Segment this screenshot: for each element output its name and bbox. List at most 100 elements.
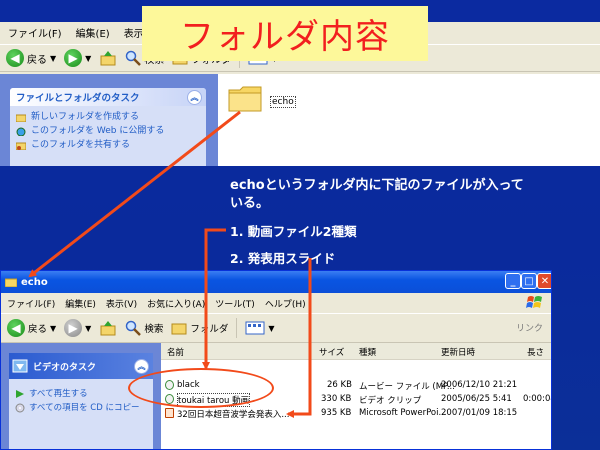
highlight-oval xyxy=(128,368,274,408)
forward-arrow-icon: ▶ xyxy=(64,319,83,337)
powerpoint-file-icon xyxy=(165,408,174,418)
task-label: このフォルダを Web に公開する xyxy=(31,126,165,136)
file-name: 32回日本超音波学会発表入... xyxy=(177,410,290,420)
task-publish-web[interactable]: このフォルダを Web に公開する xyxy=(16,124,164,138)
cd-icon xyxy=(15,403,25,413)
column-type[interactable]: 種類 xyxy=(359,346,376,358)
task-play-all[interactable]: すべて再生する xyxy=(15,387,139,401)
back-label: 戻る xyxy=(28,324,48,335)
description-text: echoというフォルダ内に下記のファイルが入って いる。 xyxy=(230,177,550,213)
windows-logo-icon xyxy=(526,296,542,308)
forward-button[interactable]: ▶ ▼ xyxy=(64,47,91,69)
video-task-icon xyxy=(12,359,28,373)
bottom-menubar: ファイル(F) 編集(E) 表示(V) お気に入り(A) ツール(T) ヘルプ(… xyxy=(1,294,551,312)
search-label: 検索 xyxy=(144,324,164,335)
folder-task-header[interactable]: ファイルとフォルダのタスク ︽ xyxy=(10,88,206,106)
folder-task-list: 新しいフォルダを作成する このフォルダを Web に公開する このフォルダを共有… xyxy=(16,110,164,152)
dropdown-icon: ▼ xyxy=(268,323,275,333)
menu-edit[interactable]: 編集(E) xyxy=(76,25,110,40)
dropdown-icon: ▼ xyxy=(85,323,92,333)
search-icon xyxy=(126,50,142,66)
menu-help[interactable]: ヘルプ(H) xyxy=(265,297,306,310)
top-file-area: echo xyxy=(218,74,600,166)
file-length: 0:00:04 xyxy=(523,394,551,404)
task-share-folder[interactable]: このフォルダを共有する xyxy=(16,138,164,152)
views-button[interactable]: ▼ xyxy=(245,317,275,339)
column-date[interactable]: 更新日時 xyxy=(441,346,475,358)
description-line-1: echoというフォルダ内に下記のファイルが入って xyxy=(230,178,524,193)
folders-button[interactable]: フォルダ xyxy=(171,317,228,339)
task-label: 新しいフォルダを作成する xyxy=(31,112,140,122)
task-label: すべて再生する xyxy=(29,389,88,399)
task-label: すべての項目を CD にコピー xyxy=(29,403,140,413)
search-button[interactable]: 検索 xyxy=(125,317,163,339)
forward-button[interactable]: ▶ ▼ xyxy=(64,317,91,339)
file-type: Microsoft PowerPoi... xyxy=(359,408,447,418)
menu-favorites[interactable]: お気に入り(A) xyxy=(147,297,205,310)
bottom-toolbar: ◀ 戻る ▼ ▶ ▼ 検索 フォルダ ▼ xyxy=(1,313,551,343)
description-line-2: いる。 xyxy=(230,196,270,211)
task-new-folder[interactable]: 新しいフォルダを作成する xyxy=(16,110,164,124)
file-size: 26 KB xyxy=(327,380,352,390)
window-titlebar[interactable]: echo xyxy=(1,271,551,293)
file-date: 2006/12/10 21:21 xyxy=(441,380,518,390)
dropdown-icon: ▼ xyxy=(50,323,57,333)
back-button[interactable]: ◀ 戻る ▼ xyxy=(6,47,56,69)
back-arrow-icon: ◀ xyxy=(6,49,24,67)
column-size[interactable]: サイズ xyxy=(319,346,344,358)
bottom-explorer-window: echo _ □ ✕ ファイル(F) 編集(E) 表示(V) お気に入り(A) … xyxy=(0,270,552,450)
folder-icon xyxy=(228,86,262,112)
task-copy-to-cd[interactable]: すべての項目を CD にコピー xyxy=(15,401,139,415)
task-label: このフォルダを共有する xyxy=(31,140,131,150)
up-folder-button[interactable] xyxy=(99,317,117,339)
description-item-2: 2. 発表用スライド xyxy=(230,251,336,266)
forward-arrow-icon: ▶ xyxy=(64,49,83,67)
dropdown-icon: ▼ xyxy=(85,53,92,63)
up-folder-icon xyxy=(100,51,116,66)
maximize-button[interactable]: □ xyxy=(521,273,537,289)
menu-file[interactable]: ファイル(F) xyxy=(8,25,62,40)
column-name[interactable]: 名前 xyxy=(167,346,184,358)
video-task-box: ビデオのタスク ︽ すべて再生する すべての項目を CD にコピー xyxy=(9,353,153,449)
video-task-header[interactable]: ビデオのタスク ︽ xyxy=(9,353,153,379)
video-task-list: すべて再生する すべての項目を CD にコピー xyxy=(15,387,139,415)
back-arrow-icon: ◀ xyxy=(7,319,25,337)
menu-tools[interactable]: ツール(T) xyxy=(215,297,255,310)
close-button[interactable]: ✕ xyxy=(537,273,551,289)
minimize-button[interactable]: _ xyxy=(505,273,521,289)
window-title: echo xyxy=(21,276,48,288)
folder-task-box: ファイルとフォルダのタスク ︽ 新しいフォルダを作成する このフォルダを Web… xyxy=(10,88,206,166)
file-date: 2007/01/09 18:15 xyxy=(441,408,518,418)
globe-icon xyxy=(16,127,26,136)
video-task-title: ビデオのタスク xyxy=(33,362,97,373)
menu-edit[interactable]: 編集(E) xyxy=(65,297,96,310)
description-item-1: 1. 動画ファイル2種類 xyxy=(230,224,357,239)
back-label: 戻る xyxy=(27,54,47,66)
menu-file[interactable]: ファイル(F) xyxy=(7,297,55,310)
menu-view[interactable]: 表示 xyxy=(124,25,144,40)
views-icon xyxy=(245,321,265,335)
folder-icon xyxy=(5,278,17,287)
page-title-callout: フォルダ内容 xyxy=(142,6,428,61)
column-header: 名前 サイズ 種類 更新日時 長さ xyxy=(161,343,551,360)
file-date: 2005/06/25 5:41 xyxy=(441,394,512,404)
collapse-chevron-icon[interactable]: ︽ xyxy=(134,359,149,374)
search-icon xyxy=(126,320,142,336)
folders-icon xyxy=(171,323,187,335)
up-folder-icon xyxy=(100,321,116,336)
column-length[interactable]: 長さ xyxy=(527,346,544,358)
new-folder-icon xyxy=(16,114,26,122)
collapse-chevron-icon[interactable]: ︽ xyxy=(187,90,202,105)
file-row-presentation[interactable]: 32回日本超音波学会発表入... 935 KB Microsoft PowerP… xyxy=(161,407,551,420)
toolbar-separator xyxy=(236,318,238,338)
file-type: ビデオ クリップ xyxy=(359,396,422,406)
menu-view[interactable]: 表示(V) xyxy=(106,297,137,310)
back-button[interactable]: ◀ 戻る ▼ xyxy=(7,317,56,339)
play-icon xyxy=(16,390,24,398)
file-size: 330 KB xyxy=(321,394,352,404)
up-folder-button[interactable] xyxy=(99,47,117,69)
echo-folder-item[interactable] xyxy=(228,84,262,116)
file-size: 935 KB xyxy=(321,408,352,418)
links-button[interactable]: リンク xyxy=(516,321,543,334)
folder-task-title: ファイルとフォルダのタスク xyxy=(16,93,140,104)
